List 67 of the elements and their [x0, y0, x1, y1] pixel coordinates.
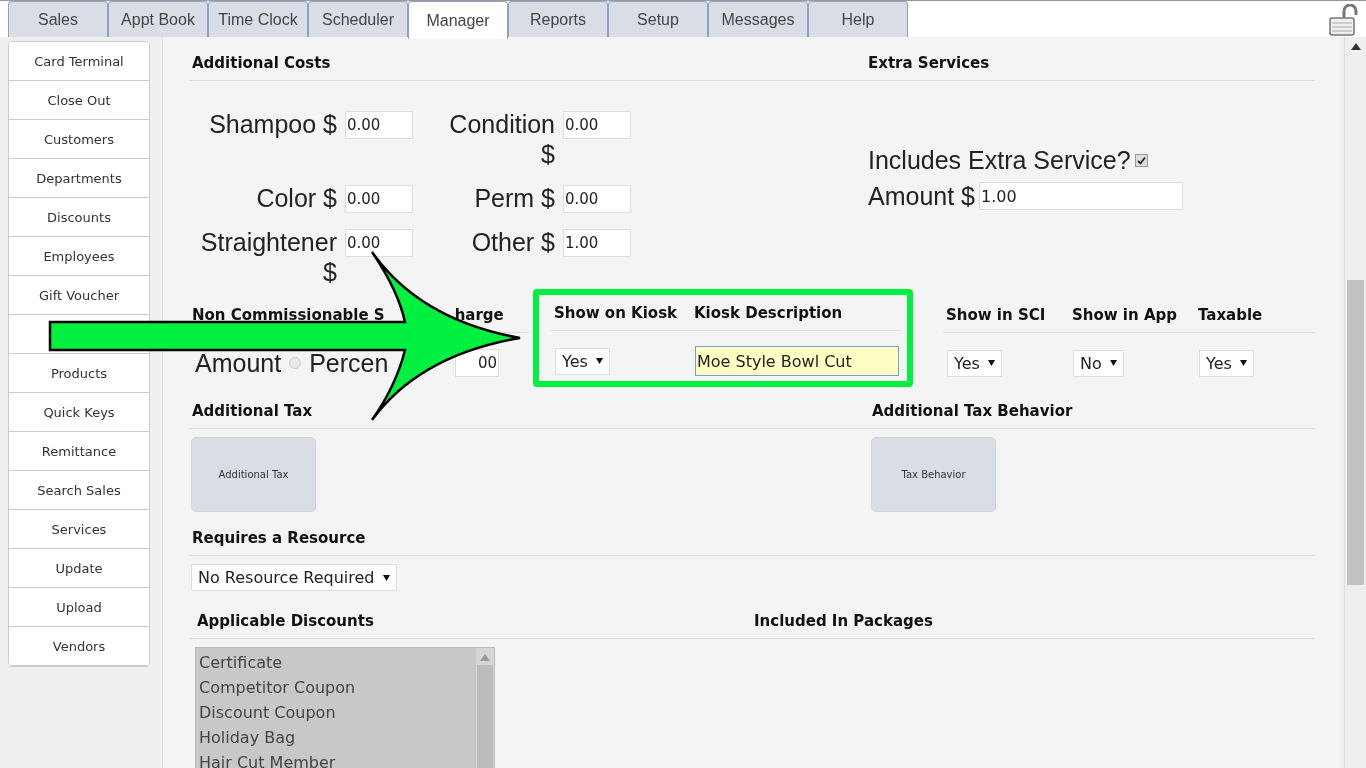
- sidebar-item[interactable]: Card Terminal: [9, 42, 149, 81]
- tab[interactable]: Reports: [508, 1, 608, 37]
- scrollbar-thumb[interactable]: [1347, 280, 1364, 585]
- dropdown[interactable]: Yes: [1199, 349, 1254, 377]
- section-heading: Requires a Resource: [192, 528, 366, 547]
- caret-icon: [987, 360, 995, 366]
- caret-icon: [595, 358, 603, 364]
- padlock-icon[interactable]: [1328, 4, 1360, 36]
- option-label: Amount: [195, 348, 282, 378]
- description-field[interactable]: Moe Style Bowl Cut: [695, 346, 899, 376]
- amount-field[interactable]: 0.00: [563, 111, 631, 139]
- dropdown[interactable]: Yes: [555, 347, 610, 375]
- amount-field[interactable]: 0.00: [345, 229, 413, 257]
- amount-field[interactable]: 0.00: [345, 111, 413, 139]
- caret-icon: [1109, 360, 1117, 366]
- section-heading: harge: [454, 305, 504, 324]
- list-item[interactable]: Certificate: [199, 650, 473, 675]
- radio-button[interactable]: [289, 357, 302, 369]
- caret-icon: [382, 574, 390, 581]
- list-item[interactable]: Discount Coupon: [199, 700, 473, 725]
- field-label: Other $: [471, 227, 555, 257]
- field-label: Color $: [256, 183, 337, 213]
- section-heading: Extra Services: [868, 53, 990, 72]
- column-heading: Show on Kiosk: [554, 303, 678, 322]
- dropdown[interactable]: No: [1073, 349, 1124, 377]
- list-item[interactable]: Holiday Bag: [199, 725, 473, 750]
- field-label: Straightener $: [199, 227, 337, 287]
- section-heading: Additional Tax Behavior: [872, 401, 1073, 420]
- section-heading: Applicable Discounts: [197, 611, 374, 630]
- dropdown[interactable]: No Resource Required: [191, 564, 397, 591]
- amount-field[interactable]: 0.00: [345, 185, 413, 213]
- tab[interactable]: Manager: [408, 1, 508, 39]
- section-heading: Additional Tax: [192, 401, 313, 420]
- dropdown[interactable]: Yes: [947, 349, 1002, 377]
- additional-tax-button[interactable]: Additional Tax: [191, 437, 316, 512]
- section-heading: Additional Costs: [192, 53, 331, 72]
- section-heading: Included In Packages: [754, 611, 933, 630]
- checkbox-label: Includes Extra Service?: [868, 145, 1131, 175]
- column-heading: Kiosk Description: [694, 303, 843, 322]
- tab[interactable]: Appt Book: [108, 1, 208, 37]
- checkbox[interactable]: [1134, 153, 1148, 167]
- surcharge-field[interactable]: 00: [455, 349, 499, 377]
- column-heading: Taxable: [1198, 305, 1263, 324]
- list-item[interactable]: Competitor Coupon: [199, 675, 473, 700]
- tax-behavior-button[interactable]: Tax Behavior: [871, 437, 996, 512]
- tab[interactable]: Help: [808, 1, 908, 37]
- tab[interactable]: Setup: [608, 1, 708, 37]
- tab[interactable]: Messages: [708, 1, 808, 37]
- field-label: Perm $: [474, 183, 555, 213]
- field-label: Condition $: [448, 109, 555, 169]
- scroll-up-icon[interactable]: [1350, 43, 1361, 50]
- field-label: Shampoo $: [209, 109, 337, 139]
- discount-list[interactable]: Certificate Competitor Coupon Discount Coupon Holiday Bag Hair Cut Member: [195, 647, 495, 768]
- tab[interactable]: Scheduler: [308, 1, 408, 37]
- scrollbar-thumb[interactable]: [477, 665, 493, 768]
- amount-field[interactable]: 1.00: [979, 182, 1183, 210]
- tab[interactable]: Time Clock: [208, 1, 308, 37]
- field-label: Amount $: [868, 181, 975, 211]
- amount-field[interactable]: 0.00: [563, 185, 631, 213]
- column-heading: Show in SCI: [946, 305, 1046, 324]
- tab[interactable]: Sales: [8, 1, 108, 37]
- amount-field[interactable]: 1.00: [563, 229, 631, 257]
- list-item[interactable]: Hair Cut Member: [199, 750, 473, 768]
- section-heading: Non Commissionable S: [192, 305, 385, 324]
- caret-icon: [1239, 360, 1247, 366]
- column-heading: Show in App: [1072, 305, 1177, 324]
- option-label: Percen: [309, 348, 389, 378]
